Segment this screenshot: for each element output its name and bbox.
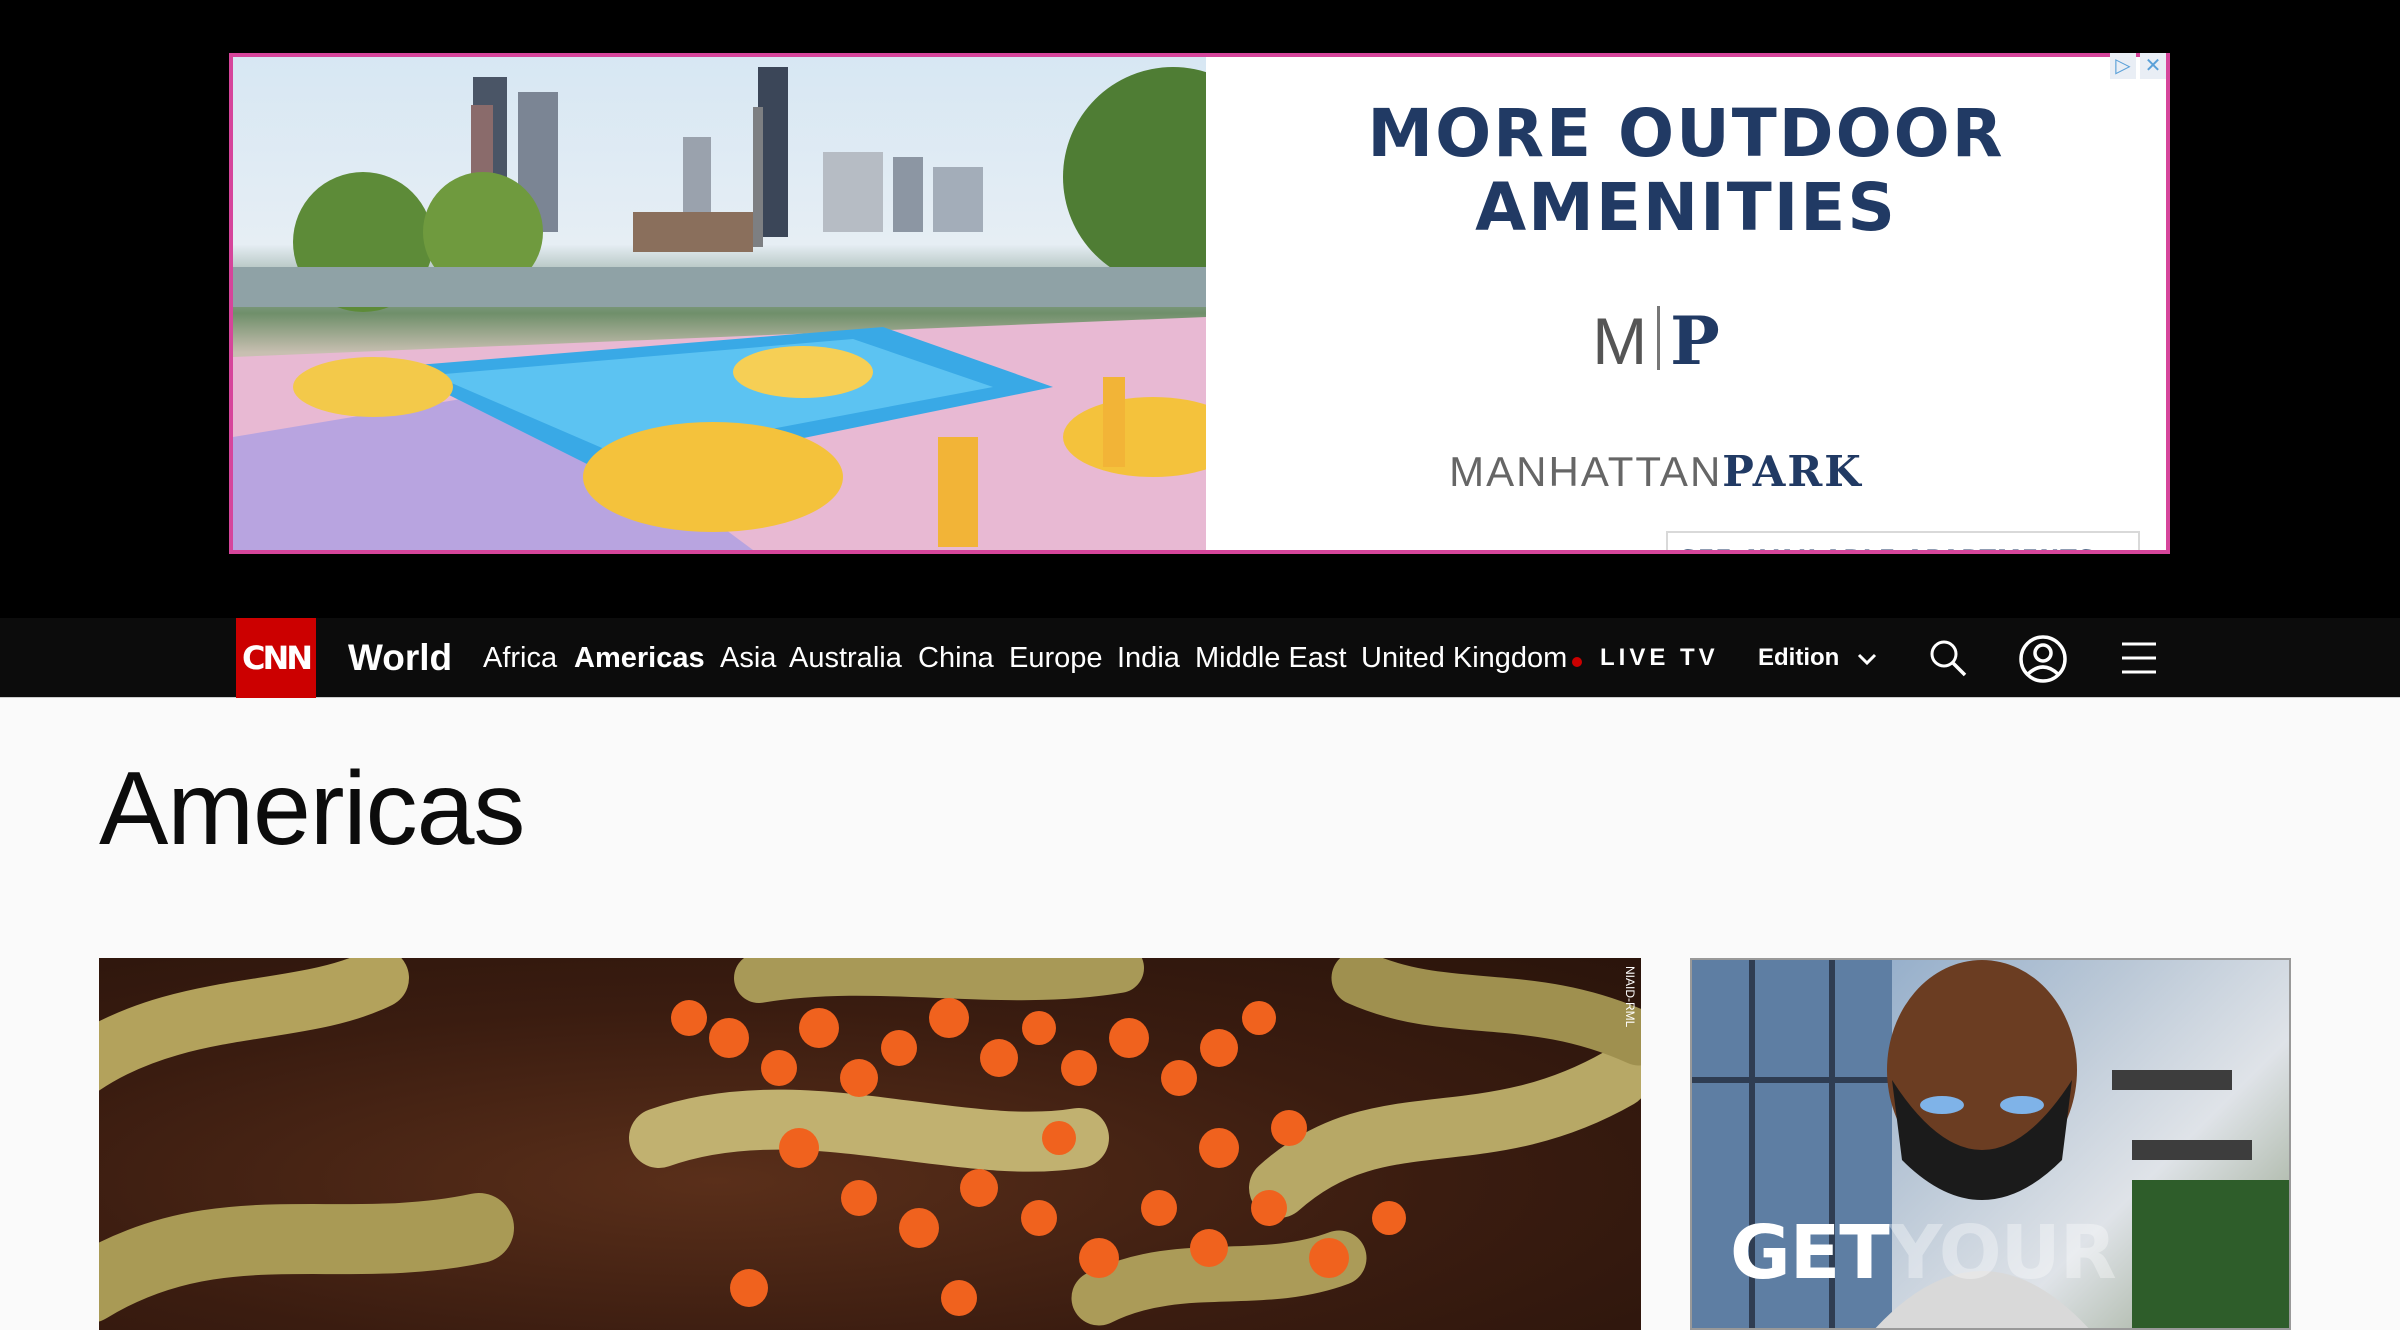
side-ad-headline: GETYOUR: [1730, 1210, 2117, 1296]
nav-link-europe[interactable]: Europe: [1009, 618, 1103, 698]
side-advertisement[interactable]: GETYOUR: [1690, 958, 2291, 1330]
account-icon[interactable]: [2018, 634, 2068, 684]
nav-link-americas[interactable]: Americas: [574, 618, 705, 698]
mp-logo: MP: [1592, 302, 1720, 380]
nav-link-asia[interactable]: Asia: [720, 618, 776, 698]
see-apartments-button[interactable]: SEE AVAILABLE APARTMENTS >: [1666, 531, 2140, 550]
nav-link-china[interactable]: China: [918, 618, 994, 698]
page-title: Americas: [99, 751, 525, 867]
display-ad[interactable]: MORE OUTDOOR AMENITIES MP MANHATTANPARK …: [229, 53, 2170, 554]
nav-link-africa[interactable]: Africa: [483, 618, 557, 698]
top-navigation: CNN World Africa Americas Asia Australia…: [0, 618, 2400, 698]
ad-banner-area: MORE OUTDOOR AMENITIES MP MANHATTANPARK …: [0, 0, 2400, 618]
nav-link-united-kingdom[interactable]: United Kingdom: [1361, 618, 1567, 698]
live-tv-link[interactable]: LIVE TV: [1600, 618, 1719, 698]
ad-photo-pool-scene[interactable]: [233, 57, 1206, 550]
live-indicator-dot: [1572, 657, 1582, 667]
edition-selector[interactable]: Edition: [1758, 618, 1878, 698]
section-title-world[interactable]: World: [348, 618, 452, 698]
ad-headline: MORE OUTDOOR AMENITIES: [1367, 95, 2005, 246]
chevron-down-icon: [1857, 653, 1877, 666]
pool-illustration: [233, 67, 1206, 550]
bacteria-micrograph: [99, 958, 1641, 1326]
nav-link-australia[interactable]: Australia: [789, 618, 902, 698]
hero-image[interactable]: NIAID-RML: [99, 958, 1641, 1330]
cnn-logo[interactable]: CNN: [236, 618, 316, 698]
close-icon[interactable]: ✕: [2140, 53, 2166, 79]
edition-label: Edition: [1758, 644, 1840, 671]
ad-copy: MORE OUTDOOR AMENITIES MP MANHATTANPARK …: [1206, 57, 2166, 550]
brand-name: MANHATTANPARK: [1449, 447, 1863, 496]
adchoices-icon[interactable]: ▷: [2110, 53, 2136, 79]
nav-link-india[interactable]: India: [1117, 618, 1180, 698]
image-credit: NIAID-RML: [1623, 966, 1637, 1028]
menu-icon[interactable]: [2120, 640, 2158, 676]
nav-link-middle-east[interactable]: Middle East: [1195, 618, 1347, 698]
search-icon[interactable]: [1928, 638, 1968, 678]
